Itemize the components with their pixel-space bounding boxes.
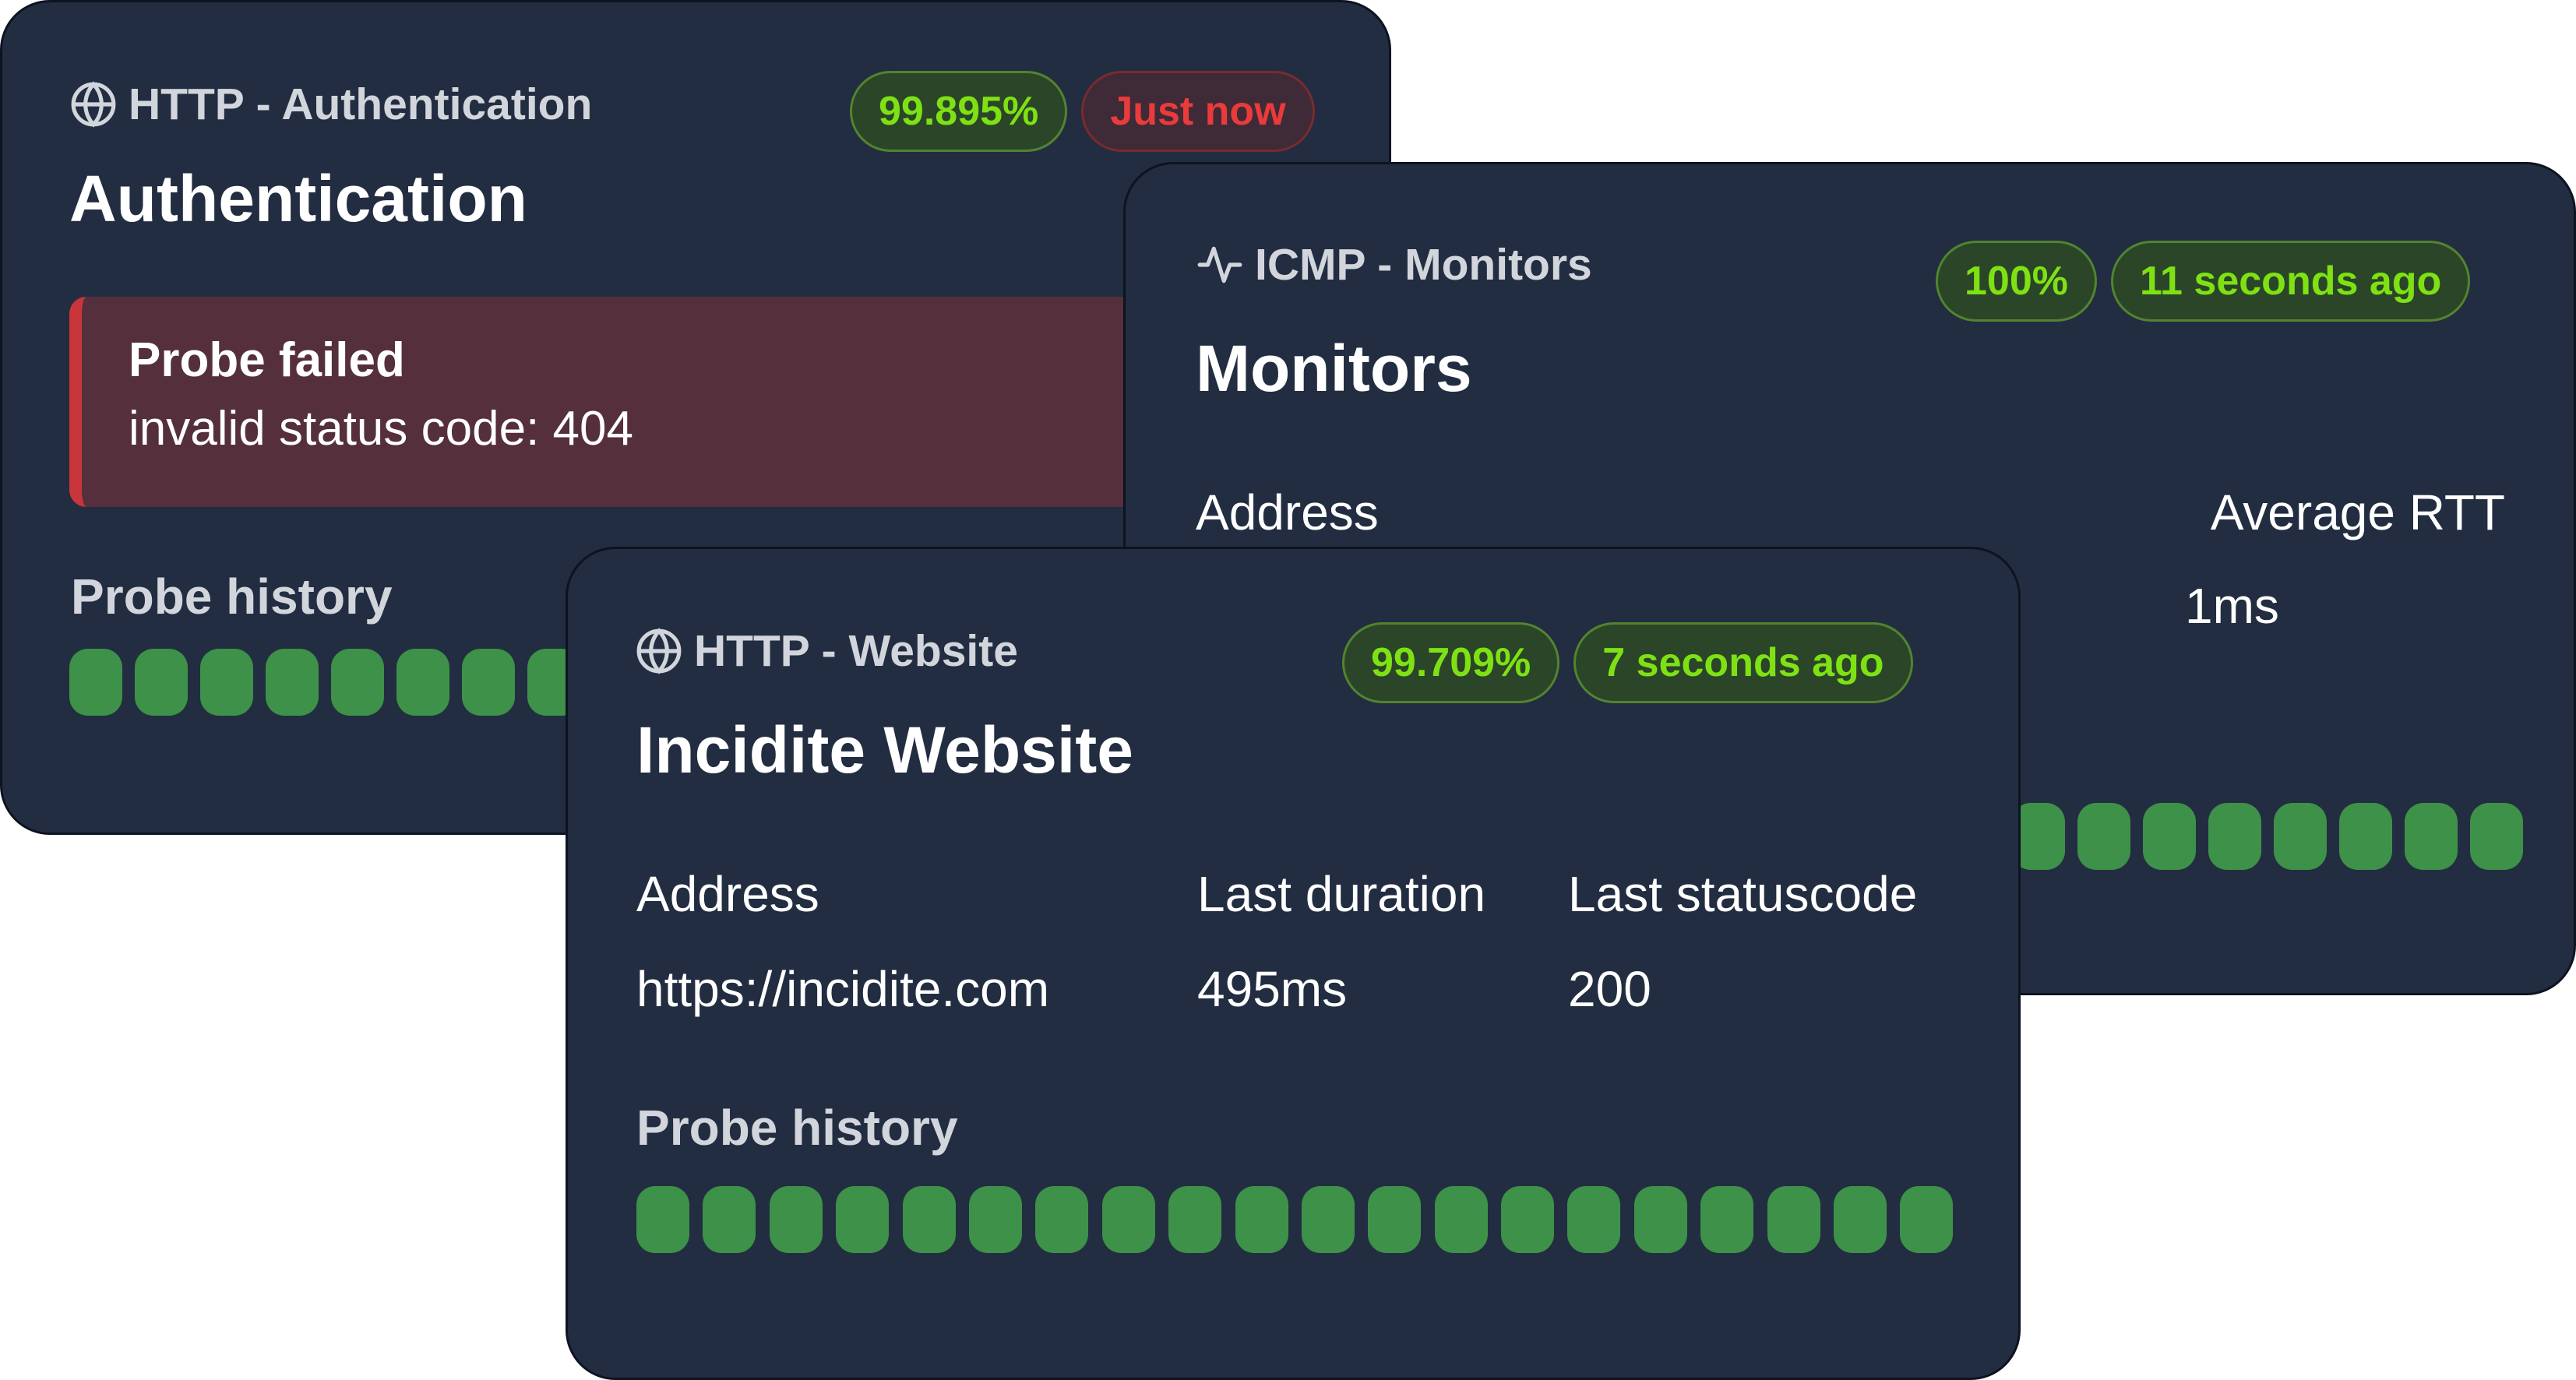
- probe-dot[interactable]: [1900, 1186, 1954, 1253]
- probe-dot[interactable]: [1767, 1186, 1820, 1253]
- probe-history: [2012, 803, 2523, 870]
- probe-dot[interactable]: [2405, 803, 2458, 870]
- probe-dot[interactable]: [135, 649, 188, 716]
- probe-dot[interactable]: [836, 1186, 890, 1253]
- last-statuscode-label: Last statuscode: [1568, 866, 1918, 922]
- website-badges: 99.709% 7 seconds ago: [1342, 622, 1913, 703]
- uptime-badge: 99.709%: [1342, 622, 1560, 703]
- website-card-type: HTTP - Website: [635, 625, 1018, 677]
- last-checked-badge: 7 seconds ago: [1573, 622, 1913, 703]
- probe-dot[interactable]: [1434, 1186, 1488, 1253]
- error-title: Probe failed: [129, 333, 405, 387]
- website-type-label: HTTP - Website: [694, 626, 1018, 676]
- probe-dot[interactable]: [2208, 803, 2261, 870]
- probe-dot[interactable]: [1567, 1186, 1621, 1253]
- address-label: Address: [1196, 484, 1379, 540]
- probe-dot[interactable]: [331, 649, 384, 716]
- auth-badges: 99.895% Just now: [850, 71, 1315, 152]
- probe-dot[interactable]: [769, 1186, 823, 1253]
- probe-dot[interactable]: [2143, 803, 2196, 870]
- globe-icon: [635, 627, 683, 675]
- probe-dot[interactable]: [396, 649, 449, 716]
- probe-dot[interactable]: [968, 1186, 1022, 1253]
- probe-dot[interactable]: [1700, 1186, 1754, 1253]
- probe-dot[interactable]: [2077, 803, 2130, 870]
- probe-history-title: Probe history: [71, 569, 393, 625]
- probe-history: [69, 649, 580, 716]
- last-statuscode-value: 200: [1568, 961, 1651, 1017]
- average-rtt-label: Average RTT: [2210, 484, 2505, 540]
- uptime-badge: 99.895%: [850, 71, 1068, 152]
- uptime-badge: 100%: [1936, 241, 2097, 322]
- error-message: invalid status code: 404: [129, 402, 633, 456]
- probe-dot[interactable]: [266, 649, 319, 716]
- probe-dot[interactable]: [703, 1186, 756, 1253]
- probe-dot[interactable]: [2470, 803, 2523, 870]
- activity-icon: [1196, 241, 1244, 289]
- website-card[interactable]: HTTP - Website 99.709% 7 seconds ago Inc…: [566, 547, 2021, 1380]
- monitors-type-label: ICMP - Monitors: [1255, 240, 1592, 290]
- probe-dot[interactable]: [2274, 803, 2327, 870]
- card-title: Authentication: [69, 162, 527, 235]
- probe-history-title: Probe history: [636, 1100, 958, 1156]
- probe-dot[interactable]: [2339, 803, 2392, 870]
- probe-dot[interactable]: [1235, 1186, 1288, 1253]
- last-duration-value: 495ms: [1197, 961, 1348, 1017]
- monitors-badges: 100% 11 seconds ago: [1936, 241, 2471, 322]
- probe-dot[interactable]: [462, 649, 515, 716]
- last-checked-badge: 11 seconds ago: [2111, 241, 2471, 322]
- probe-dot[interactable]: [1035, 1186, 1089, 1253]
- probe-dot[interactable]: [200, 649, 253, 716]
- last-checked-badge: Just now: [1081, 71, 1315, 152]
- probe-dot[interactable]: [1834, 1186, 1887, 1253]
- probe-dot[interactable]: [1633, 1186, 1687, 1253]
- monitors-card-type: ICMP - Monitors: [1196, 239, 1592, 290]
- probe-dot[interactable]: [1501, 1186, 1555, 1253]
- probe-history: [636, 1186, 1954, 1253]
- probe-dot[interactable]: [902, 1186, 956, 1253]
- globe-icon: [69, 80, 118, 128]
- probe-dot[interactable]: [1301, 1186, 1355, 1253]
- card-title: Monitors: [1196, 332, 1472, 405]
- auth-card-type: HTTP - Authentication: [69, 79, 592, 130]
- address-label: Address: [636, 866, 819, 922]
- card-title: Incidite Website: [636, 713, 1133, 787]
- probe-dot[interactable]: [1168, 1186, 1222, 1253]
- average-rtt-value: 1ms: [2185, 578, 2279, 634]
- probe-dot[interactable]: [69, 649, 122, 716]
- last-duration-label: Last duration: [1197, 866, 1486, 922]
- probe-dot[interactable]: [1368, 1186, 1422, 1253]
- auth-type-label: HTTP - Authentication: [129, 79, 593, 129]
- probe-dot[interactable]: [1101, 1186, 1155, 1253]
- address-value[interactable]: https://incidite.com: [636, 960, 1049, 1018]
- probe-dot[interactable]: [636, 1186, 689, 1253]
